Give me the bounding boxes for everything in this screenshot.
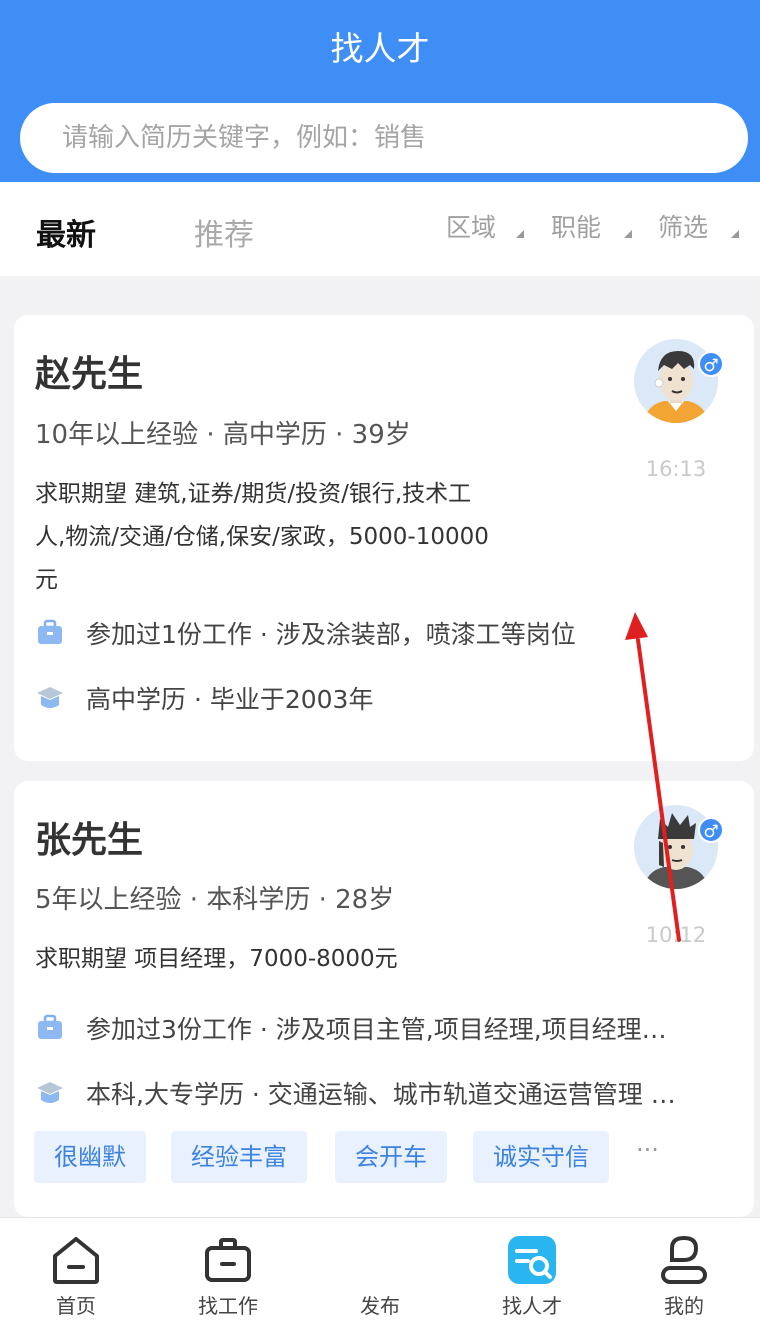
filter-region-arrow-icon [516, 230, 524, 238]
education-text: 高中学历 · 毕业于2003年 [86, 685, 374, 714]
nav-find-talent[interactable]: 找人才 [456, 1218, 608, 1323]
candidate-name: 张先生 [35, 820, 144, 861]
work-experience-text: 参加过1份工作 · 涉及涂装部，喷漆工等岗位 [86, 620, 576, 649]
filter-function-arrow-icon [624, 230, 632, 238]
male-gender-icon: ♂ [698, 351, 724, 377]
male-gender-icon: ♂ [698, 817, 724, 843]
tab-latest[interactable]: 最新 [36, 210, 96, 254]
filter-region[interactable]: 区域 [446, 208, 496, 244]
nav-label: 我的 [664, 1294, 704, 1318]
education-text: 本科,大专学历 · 交通运输、城市轨道交通运营管理 … [86, 1080, 676, 1109]
expectation-line: 求职期望 项目经理，7000-8000元 [35, 946, 398, 972]
briefcase-icon [38, 1014, 62, 1039]
update-time: 10:12 [645, 923, 707, 947]
tag: 经验丰富 [171, 1131, 307, 1183]
expectation-line: 元 [35, 567, 58, 593]
nav-publish[interactable]: 发布 [304, 1218, 456, 1323]
tab-bar: 最新 推荐 区域 职能 筛选 [0, 182, 760, 276]
nav-label: 找工作 [198, 1294, 258, 1318]
filter-function[interactable]: 职能 [551, 208, 601, 244]
candidate-expectation: 求职期望 建筑,证券/期货/投资/银行,技术工 人,物流/交通/仓储,保安/家政… [35, 473, 555, 602]
search-box[interactable] [20, 103, 748, 173]
user-icon [661, 1235, 707, 1284]
briefcase-icon [205, 1238, 251, 1282]
work-experience-text: 参加过3份工作 · 涉及项目主管,项目经理,项目经理… [86, 1015, 667, 1044]
briefcase-icon [38, 619, 62, 644]
more-tags-icon[interactable]: ··· [636, 1136, 659, 1164]
tag: 会开车 [335, 1131, 447, 1183]
candidate-card[interactable]: 赵先生 10年以上经验 · 高中学历 · 39岁 求职期望 建筑,证券/期货/投… [14, 315, 754, 761]
candidate-meta: 10年以上经验 · 高中学历 · 39岁 [35, 420, 411, 450]
tag: 很幽默 [34, 1131, 146, 1183]
app-header: 找人才 [0, 0, 760, 182]
bottom-nav: 首页 找工作 发布 找人才 我的 [0, 1217, 760, 1323]
nav-me[interactable]: 我的 [608, 1218, 760, 1323]
expectation-line: 求职期望 建筑,证券/期货/投资/银行,技术工 [35, 481, 472, 507]
education-row: 本科,大专学历 · 交通运输、城市轨道交通运营管理 … [36, 1075, 752, 1109]
work-experience-row: 参加过1份工作 · 涉及涂装部，喷漆工等岗位 [36, 615, 752, 649]
update-time: 16:13 [645, 457, 707, 481]
filter-more-arrow-icon [731, 230, 739, 238]
nav-label: 首页 [56, 1294, 96, 1318]
find-talent-icon [508, 1236, 556, 1284]
education-row: 高中学历 · 毕业于2003年 [36, 680, 752, 714]
candidate-name: 赵先生 [35, 354, 144, 395]
nav-home[interactable]: 首页 [0, 1218, 152, 1323]
home-icon [53, 1237, 99, 1284]
search-input[interactable] [20, 103, 748, 173]
graduation-cap-icon [37, 687, 63, 708]
candidate-card[interactable]: 张先生 5年以上经验 · 本科学历 · 28岁 求职期望 项目经理，7000-8… [14, 781, 754, 1217]
graduation-cap-icon [37, 1082, 63, 1103]
candidate-expectation: 求职期望 项目经理，7000-8000元 [35, 938, 555, 981]
candidate-meta: 5年以上经验 · 本科学历 · 28岁 [35, 885, 395, 915]
nav-label: 发布 [360, 1294, 400, 1318]
work-experience-row: 参加过3份工作 · 涉及项目主管,项目经理,项目经理… [36, 1010, 752, 1044]
nav-label: 找人才 [502, 1294, 562, 1318]
tag: 诚实守信 [473, 1131, 609, 1183]
tab-recommend[interactable]: 推荐 [194, 210, 254, 254]
page-title: 找人才 [330, 29, 430, 68]
filter-more[interactable]: 筛选 [658, 208, 708, 244]
expectation-line: 人,物流/交通/仓储,保安/家政，5000-10000 [35, 524, 489, 550]
nav-find-job[interactable]: 找工作 [152, 1218, 304, 1323]
